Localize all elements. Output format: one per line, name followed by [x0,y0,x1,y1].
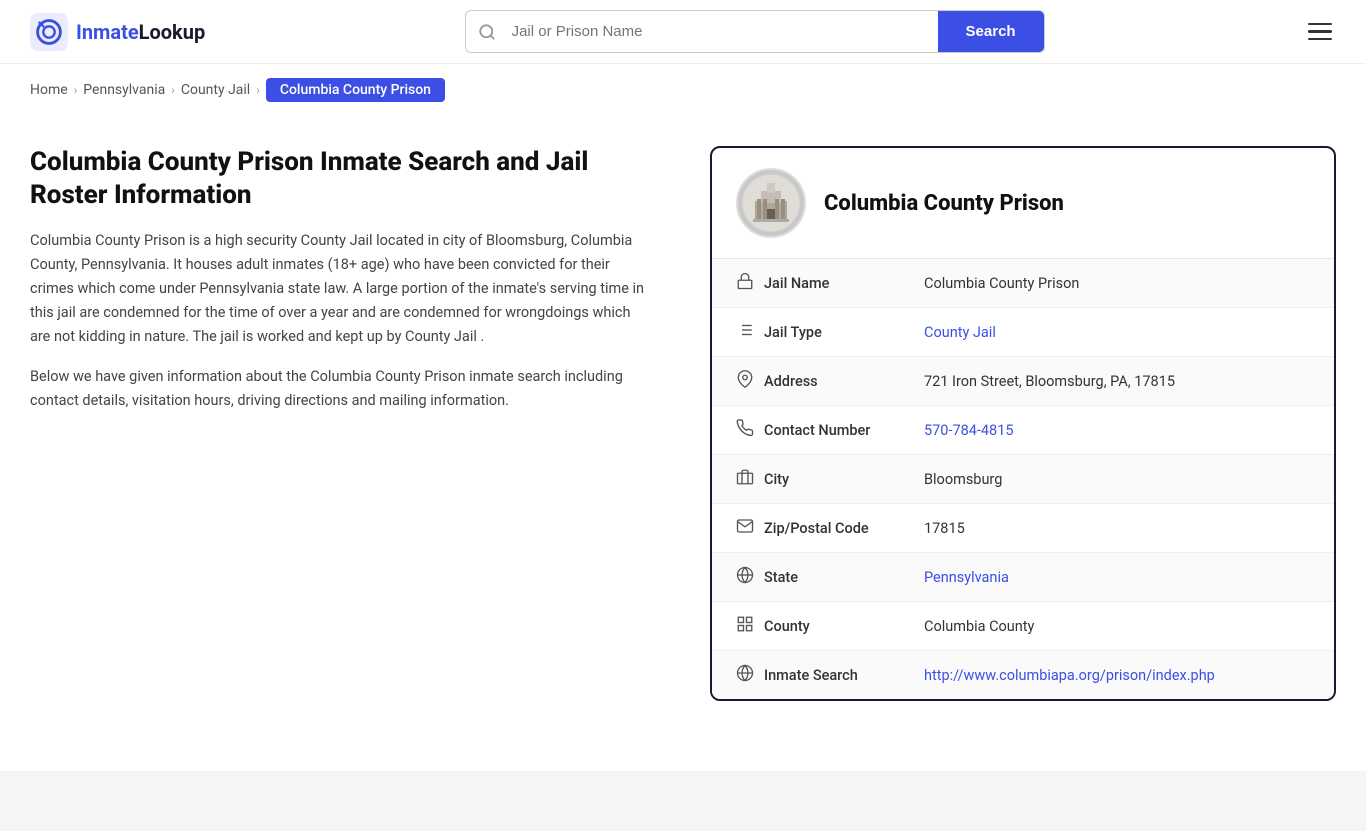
main-content: Columbia County Prison Inmate Search and… [0,116,1366,731]
logo-icon [30,13,68,51]
row-jail-name: Jail Name Columbia County Prison [712,259,1334,308]
info-table: Jail Name Columbia County Prison Jail Ty… [712,259,1334,699]
right-column: Columbia County Prison Jail Name Columbi… [710,146,1336,701]
city-icon [736,468,764,490]
row-zip: Zip/Postal Code 17815 [712,504,1334,553]
list-icon [736,321,764,343]
search-area: Search [245,10,1264,53]
jail-icon [736,272,764,294]
row-contact: Contact Number 570-784-4815 [712,406,1334,455]
left-column: Columbia County Prison Inmate Search and… [30,146,670,428]
row-city: City Bloomsburg [712,455,1334,504]
card-header: Columbia County Prison [712,148,1334,259]
zip-value: 17815 [924,520,1310,537]
inmate-search-value: http://www.columbiapa.org/prison/index.p… [924,667,1310,684]
globe-icon [736,566,764,588]
breadcrumb-chevron-3: › [256,83,260,97]
prison-building-icon [741,173,801,233]
address-value: 721 Iron Street, Bloomsburg, PA, 17815 [924,373,1310,390]
search-form: Search [465,10,1045,53]
site-logo[interactable]: InmateLookup [30,13,205,51]
address-label: Address [764,373,924,390]
info-card: Columbia County Prison Jail Name Columbi… [710,146,1336,701]
breadcrumb-pennsylvania[interactable]: Pennsylvania [83,82,165,98]
contact-value: 570-784-4815 [924,422,1310,439]
jail-name-label: Jail Name [764,275,924,292]
city-value: Bloomsburg [924,471,1310,488]
state-link[interactable]: Pennsylvania [924,569,1009,586]
menu-line-3 [1308,38,1332,41]
city-label: City [764,471,924,488]
page-title: Columbia County Prison Inmate Search and… [30,146,650,211]
jail-type-link[interactable]: County Jail [924,324,996,341]
jail-name-value: Columbia County Prison [924,275,1310,292]
breadcrumb-chevron-2: › [171,83,175,97]
breadcrumb-chevron-1: › [74,83,78,97]
county-value: Columbia County [924,618,1310,635]
row-state: State Pennsylvania [712,553,1334,602]
search-globe-icon [736,664,764,686]
state-label: State [764,569,924,586]
pin-icon [736,370,764,392]
breadcrumb-county-jail[interactable]: County Jail [181,82,250,98]
county-icon [736,615,764,637]
search-input[interactable] [508,13,938,50]
prison-avatar [736,168,806,238]
logo-text: InmateLookup [76,20,205,44]
search-button[interactable]: Search [938,11,1044,52]
phone-icon [736,419,764,441]
row-address: Address 721 Iron Street, Bloomsburg, PA,… [712,357,1334,406]
breadcrumb-current: Columbia County Prison [266,78,445,102]
hamburger-menu[interactable] [1304,19,1336,45]
search-icon [466,13,508,51]
site-header: InmateLookup Search [0,0,1366,64]
breadcrumb-home[interactable]: Home [30,82,68,98]
row-inmate-search: Inmate Search http://www.columbiapa.org/… [712,651,1334,699]
menu-line-2 [1308,30,1332,33]
mail-icon [736,517,764,539]
menu-line-1 [1308,23,1332,26]
page-description-1: Columbia County Prison is a high securit… [30,229,650,349]
breadcrumb: Home › Pennsylvania › County Jail › Colu… [0,64,1366,116]
jail-type-label: Jail Type [764,324,924,341]
inmate-search-link[interactable]: http://www.columbiapa.org/prison/index.p… [924,667,1215,684]
zip-label: Zip/Postal Code [764,520,924,537]
jail-type-value: County Jail [924,324,1310,341]
row-county: County Columbia County [712,602,1334,651]
row-jail-type: Jail Type County Jail [712,308,1334,357]
inmate-search-label: Inmate Search [764,667,924,684]
footer [0,771,1366,831]
contact-link[interactable]: 570-784-4815 [924,422,1014,439]
county-label: County [764,618,924,635]
page-description-2: Below we have given information about th… [30,365,650,413]
contact-label: Contact Number [764,422,924,439]
state-value: Pennsylvania [924,569,1310,586]
card-title: Columbia County Prison [824,191,1064,216]
